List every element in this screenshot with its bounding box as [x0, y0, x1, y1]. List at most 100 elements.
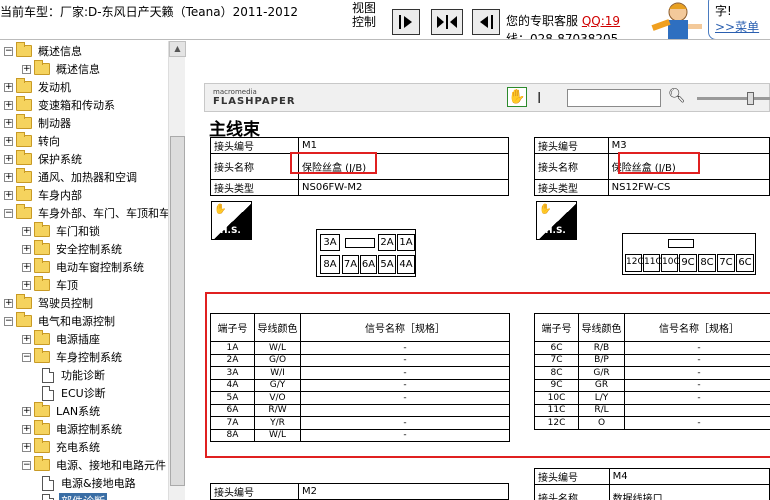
split-view-center-button[interactable]: [431, 9, 463, 35]
menu-link[interactable]: >>菜单: [715, 19, 770, 35]
tree-item[interactable]: + 制动器: [4, 114, 73, 132]
tree-item[interactable]: + 变速箱和传动系: [4, 96, 117, 114]
expand-icon[interactable]: +: [4, 82, 13, 92]
expand-icon[interactable]: +: [4, 136, 13, 146]
table-cell: 7A: [210, 416, 255, 430]
tree-item[interactable]: + LAN系统: [22, 402, 102, 420]
split-view-right-button[interactable]: [392, 9, 420, 35]
expand-icon[interactable]: +: [22, 244, 31, 254]
folder-icon: [34, 258, 50, 273]
collapse-icon[interactable]: −: [4, 46, 13, 56]
qq-link[interactable]: QQ:19: [582, 14, 620, 28]
pin: 5A: [378, 255, 396, 274]
column-header: 导线颜色: [578, 313, 625, 342]
tree-item[interactable]: + 发动机: [4, 78, 73, 96]
split-view-left-button[interactable]: [472, 9, 500, 35]
table-row: 5A V/O -: [210, 391, 510, 405]
tree-item[interactable]: − 电气和电源控制: [4, 312, 117, 330]
collapse-icon[interactable]: −: [4, 208, 13, 218]
expand-icon[interactable]: +: [22, 442, 31, 452]
table-cell: O: [578, 416, 625, 430]
scroll-thumb[interactable]: [170, 136, 185, 486]
collapse-icon[interactable]: −: [22, 352, 31, 362]
column-header: 端子号: [210, 313, 255, 342]
folder-icon: [16, 114, 32, 129]
table-row: 6A R/W: [210, 403, 510, 417]
expand-icon[interactable]: +: [22, 226, 31, 236]
table-row: 8C G/R -: [534, 366, 770, 380]
tree-item[interactable]: − 概述信息: [4, 42, 84, 60]
connector-label: 接头编号: [534, 137, 609, 154]
search-icon[interactable]: 🔍︎: [668, 88, 686, 104]
tree-item[interactable]: 电源&接地电路: [42, 474, 138, 492]
current-car-label: 当前车型：厂家:D-东风日产天籁（Teana）2011-2012: [0, 5, 299, 19]
expand-icon[interactable]: +: [22, 64, 31, 74]
collapse-icon[interactable]: −: [22, 460, 31, 470]
expand-icon[interactable]: +: [22, 424, 31, 434]
table-cell: 10C: [534, 391, 579, 405]
folder-icon: [34, 438, 50, 453]
tree-item[interactable]: + 概述信息: [22, 60, 102, 78]
table-cell: -: [624, 341, 770, 355]
zoom-knob[interactable]: [747, 92, 754, 105]
scroll-up-arrow[interactable]: ▲: [169, 41, 186, 57]
expand-icon[interactable]: +: [4, 118, 13, 128]
table-cell: -: [624, 366, 770, 380]
tree-item[interactable]: + 充电系统: [22, 438, 102, 456]
table-cell: V/O: [254, 391, 301, 405]
tree-item[interactable]: 功能诊断: [42, 366, 107, 384]
pin: 11C: [643, 254, 662, 272]
sidebar-scrollbar[interactable]: ▲: [168, 41, 186, 500]
tree-item[interactable]: 部件诊断: [42, 492, 107, 500]
expand-icon[interactable]: +: [4, 172, 13, 182]
table-cell: -: [300, 353, 510, 367]
tree-item[interactable]: + 电动车窗控制系统: [22, 258, 146, 276]
tree-item[interactable]: + 车顶: [22, 276, 80, 294]
zoom-slider[interactable]: [697, 92, 770, 105]
pin: 1A: [397, 234, 415, 251]
tree-item[interactable]: + 保护系统: [4, 150, 84, 168]
text-select-icon[interactable]: I: [537, 89, 541, 107]
column-header: 信号名称［规格］: [300, 313, 510, 342]
tree-item[interactable]: + 驾驶员控制: [4, 294, 95, 312]
tree-item-label: 发动机: [38, 81, 71, 94]
collapse-icon[interactable]: −: [4, 316, 13, 326]
mascot-icon: [651, 2, 702, 39]
table-row: 7A Y/R -: [210, 416, 510, 430]
tree-item-label: 转向: [38, 135, 60, 148]
table-cell: 5A: [210, 391, 255, 405]
expand-icon[interactable]: +: [22, 262, 31, 272]
expand-icon[interactable]: +: [4, 190, 13, 200]
table-row: 1A W/L -: [210, 341, 510, 355]
hand-tool-icon[interactable]: ✋: [507, 87, 527, 107]
tree-item[interactable]: + 车身内部: [4, 186, 84, 204]
expand-icon[interactable]: +: [22, 334, 31, 344]
table-cell: -: [300, 428, 510, 442]
tree-item-label: 车身外部、车门、车顶和车: [38, 207, 170, 220]
tree-item[interactable]: − 车身控制系统: [22, 348, 124, 366]
tree-item[interactable]: − 电源、接地和电路元件: [22, 456, 168, 474]
table-row: 2A G/O -: [210, 353, 510, 367]
table-cell: -: [624, 416, 770, 430]
expand-icon[interactable]: +: [4, 154, 13, 164]
tree-item[interactable]: + 安全控制系统: [22, 240, 124, 258]
tree-item[interactable]: + 电源控制系统: [22, 420, 124, 438]
tree-item[interactable]: + 电源插座: [22, 330, 102, 348]
connector-face-right: 12C 11C 10C 9C 8C 7C 6C: [622, 233, 756, 275]
tree-item[interactable]: + 通风、加热器和空调: [4, 168, 139, 186]
search-input[interactable]: [567, 89, 661, 107]
table-cell: 4A: [210, 378, 255, 392]
expand-icon[interactable]: +: [22, 280, 31, 290]
tree-item[interactable]: + 车门和锁: [22, 222, 102, 240]
hs-connector-icon: ✋ H.S.: [211, 201, 252, 240]
table-cell: 7C: [534, 353, 579, 367]
expand-icon[interactable]: +: [4, 100, 13, 110]
expand-icon[interactable]: +: [4, 298, 13, 308]
connector-face-left: 3A 2A 1A 8A 7A 6A 5A 4A: [316, 229, 416, 277]
pin: 12C: [625, 254, 644, 272]
tree-item-label: 概述信息: [56, 63, 100, 76]
expand-icon[interactable]: +: [22, 406, 31, 416]
tree-item[interactable]: ECU诊断: [42, 384, 108, 402]
tree-item[interactable]: + 转向: [4, 132, 62, 150]
tree-item[interactable]: − 车身外部、车门、车顶和车: [4, 204, 172, 222]
